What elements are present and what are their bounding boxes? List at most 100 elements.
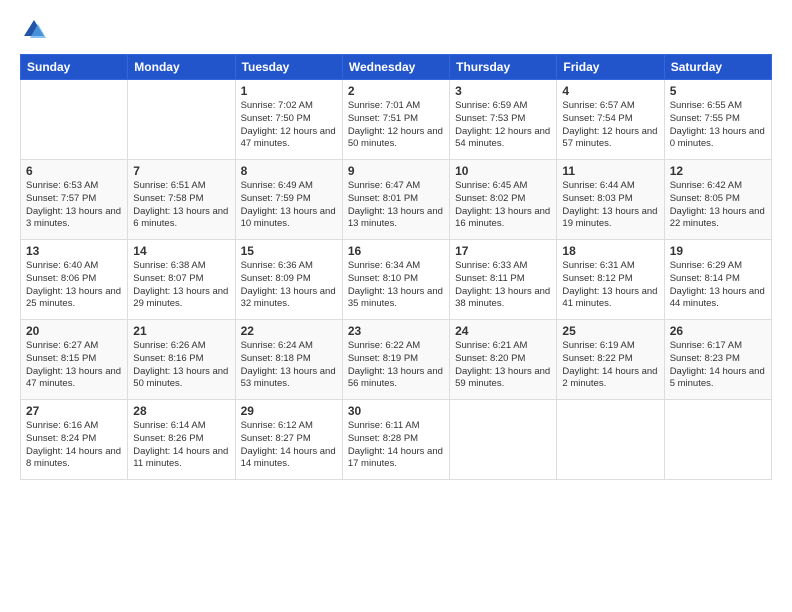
calendar-cell: 25 Sunrise: 6:19 AM Sunset: 8:22 PM Dayli… (557, 320, 664, 400)
day-number: 19 (670, 244, 766, 258)
calendar-week-row: 1 Sunrise: 7:02 AM Sunset: 7:50 PM Daylig… (21, 80, 772, 160)
calendar-week-row: 6 Sunrise: 6:53 AM Sunset: 7:57 PM Daylig… (21, 160, 772, 240)
day-number: 2 (348, 84, 444, 98)
day-number: 28 (133, 404, 229, 418)
calendar-day-header: Tuesday (235, 55, 342, 80)
calendar-cell (450, 400, 557, 480)
day-number: 9 (348, 164, 444, 178)
calendar-cell: 15 Sunrise: 6:36 AM Sunset: 8:09 PM Dayli… (235, 240, 342, 320)
day-number: 17 (455, 244, 551, 258)
day-number: 26 (670, 324, 766, 338)
day-info: Sunrise: 6:57 AM Sunset: 7:54 PM Dayligh… (562, 100, 658, 151)
calendar-cell: 16Sunrise: 6:34 AM Sunset: 8:10 PM Dayli… (342, 240, 449, 320)
day-info: Sunrise: 6:49 AM Sunset: 7:59 PM Dayligh… (241, 180, 337, 231)
day-number: 11 (562, 164, 658, 178)
calendar-cell: 13 Sunrise: 6:40 AM Sunset: 8:06 PM Dayli… (21, 240, 128, 320)
calendar: SundayMondayTuesdayWednesdayThursdayFrid… (20, 54, 772, 480)
calendar-cell: 27 Sunrise: 6:16 AM Sunset: 8:24 PM Dayli… (21, 400, 128, 480)
calendar-cell: 14 Sunrise: 6:38 AM Sunset: 8:07 PM Dayli… (128, 240, 235, 320)
calendar-cell (557, 400, 664, 480)
calendar-cell: 3 Sunrise: 6:59 AM Sunset: 7:53 PM Daylig… (450, 80, 557, 160)
day-info: Sunrise: 6:45 AM Sunset: 8:02 PM Dayligh… (455, 180, 551, 231)
calendar-week-row: 27 Sunrise: 6:16 AM Sunset: 8:24 PM Dayli… (21, 400, 772, 480)
calendar-cell: 29 Sunrise: 6:12 AM Sunset: 8:27 PM Dayli… (235, 400, 342, 480)
calendar-cell: 12Sunrise: 6:42 AM Sunset: 8:05 PM Dayli… (664, 160, 771, 240)
day-info: Sunrise: 7:02 AM Sunset: 7:50 PM Dayligh… (241, 100, 337, 151)
calendar-cell: 28 Sunrise: 6:14 AM Sunset: 8:26 PM Dayli… (128, 400, 235, 480)
day-number: 4 (562, 84, 658, 98)
calendar-cell: 10 Sunrise: 6:45 AM Sunset: 8:02 PM Dayli… (450, 160, 557, 240)
day-number: 5 (670, 84, 766, 98)
calendar-cell: 20 Sunrise: 6:27 AM Sunset: 8:15 PM Dayli… (21, 320, 128, 400)
logo-icon (20, 16, 48, 44)
day-number: 13 (26, 244, 122, 258)
calendar-cell: 18 Sunrise: 6:31 AM Sunset: 8:12 PM Dayli… (557, 240, 664, 320)
calendar-cell (21, 80, 128, 160)
day-number: 7 (133, 164, 229, 178)
day-info: Sunrise: 6:26 AM Sunset: 8:16 PM Dayligh… (133, 340, 229, 391)
day-info: Sunrise: 6:59 AM Sunset: 7:53 PM Dayligh… (455, 100, 551, 151)
calendar-cell: 26 Sunrise: 6:17 AM Sunset: 8:23 PM Dayli… (664, 320, 771, 400)
day-info: Sunrise: 6:12 AM Sunset: 8:27 PM Dayligh… (241, 420, 337, 471)
day-number: 20 (26, 324, 122, 338)
day-info: Sunrise: 6:14 AM Sunset: 8:26 PM Dayligh… (133, 420, 229, 471)
day-number: 6 (26, 164, 122, 178)
calendar-cell: 1 Sunrise: 7:02 AM Sunset: 7:50 PM Daylig… (235, 80, 342, 160)
day-number: 14 (133, 244, 229, 258)
calendar-cell: 17 Sunrise: 6:33 AM Sunset: 8:11 PM Dayli… (450, 240, 557, 320)
header (20, 16, 772, 44)
day-number: 15 (241, 244, 337, 258)
day-number: 18 (562, 244, 658, 258)
day-number: 23 (348, 324, 444, 338)
calendar-header-row: SundayMondayTuesdayWednesdayThursdayFrid… (21, 55, 772, 80)
calendar-day-header: Wednesday (342, 55, 449, 80)
calendar-cell: 7Sunrise: 6:51 AM Sunset: 7:58 PM Daylig… (128, 160, 235, 240)
day-number: 22 (241, 324, 337, 338)
calendar-cell: 24 Sunrise: 6:21 AM Sunset: 8:20 PM Dayli… (450, 320, 557, 400)
calendar-cell (664, 400, 771, 480)
calendar-cell: 9 Sunrise: 6:47 AM Sunset: 8:01 PM Daylig… (342, 160, 449, 240)
calendar-cell: 2Sunrise: 7:01 AM Sunset: 7:51 PM Daylig… (342, 80, 449, 160)
day-info: Sunrise: 6:47 AM Sunset: 8:01 PM Dayligh… (348, 180, 444, 231)
day-info: Sunrise: 6:17 AM Sunset: 8:23 PM Dayligh… (670, 340, 766, 391)
day-info: Sunrise: 6:16 AM Sunset: 8:24 PM Dayligh… (26, 420, 122, 471)
day-number: 27 (26, 404, 122, 418)
calendar-week-row: 13 Sunrise: 6:40 AM Sunset: 8:06 PM Dayli… (21, 240, 772, 320)
day-info: Sunrise: 6:44 AM Sunset: 8:03 PM Dayligh… (562, 180, 658, 231)
day-info: Sunrise: 6:29 AM Sunset: 8:14 PM Dayligh… (670, 260, 766, 311)
day-number: 21 (133, 324, 229, 338)
day-info: Sunrise: 6:40 AM Sunset: 8:06 PM Dayligh… (26, 260, 122, 311)
day-info: Sunrise: 6:27 AM Sunset: 8:15 PM Dayligh… (26, 340, 122, 391)
day-info: Sunrise: 6:55 AM Sunset: 7:55 PM Dayligh… (670, 100, 766, 151)
day-info: Sunrise: 6:53 AM Sunset: 7:57 PM Dayligh… (26, 180, 122, 231)
day-info: Sunrise: 6:19 AM Sunset: 8:22 PM Dayligh… (562, 340, 658, 391)
calendar-cell: 5 Sunrise: 6:55 AM Sunset: 7:55 PM Daylig… (664, 80, 771, 160)
calendar-cell (128, 80, 235, 160)
day-number: 1 (241, 84, 337, 98)
calendar-cell: 8 Sunrise: 6:49 AM Sunset: 7:59 PM Daylig… (235, 160, 342, 240)
day-number: 29 (241, 404, 337, 418)
day-info: Sunrise: 6:31 AM Sunset: 8:12 PM Dayligh… (562, 260, 658, 311)
day-number: 8 (241, 164, 337, 178)
day-info: Sunrise: 6:36 AM Sunset: 8:09 PM Dayligh… (241, 260, 337, 311)
calendar-day-header: Friday (557, 55, 664, 80)
day-info: Sunrise: 6:38 AM Sunset: 8:07 PM Dayligh… (133, 260, 229, 311)
calendar-day-header: Thursday (450, 55, 557, 80)
day-info: Sunrise: 6:24 AM Sunset: 8:18 PM Dayligh… (241, 340, 337, 391)
calendar-cell: 11 Sunrise: 6:44 AM Sunset: 8:03 PM Dayli… (557, 160, 664, 240)
calendar-cell: 4 Sunrise: 6:57 AM Sunset: 7:54 PM Daylig… (557, 80, 664, 160)
calendar-cell: 30 Sunrise: 6:11 AM Sunset: 8:28 PM Dayli… (342, 400, 449, 480)
day-info: Sunrise: 6:33 AM Sunset: 8:11 PM Dayligh… (455, 260, 551, 311)
day-info: Sunrise: 6:21 AM Sunset: 8:20 PM Dayligh… (455, 340, 551, 391)
logo (20, 16, 52, 44)
calendar-cell: 21 Sunrise: 6:26 AM Sunset: 8:16 PM Dayli… (128, 320, 235, 400)
day-number: 30 (348, 404, 444, 418)
day-number: 25 (562, 324, 658, 338)
day-number: 24 (455, 324, 551, 338)
day-number: 16 (348, 244, 444, 258)
page: SundayMondayTuesdayWednesdayThursdayFrid… (0, 0, 792, 612)
day-number: 10 (455, 164, 551, 178)
day-info: Sunrise: 6:22 AM Sunset: 8:19 PM Dayligh… (348, 340, 444, 391)
day-info: Sunrise: 6:11 AM Sunset: 8:28 PM Dayligh… (348, 420, 444, 471)
day-number: 3 (455, 84, 551, 98)
